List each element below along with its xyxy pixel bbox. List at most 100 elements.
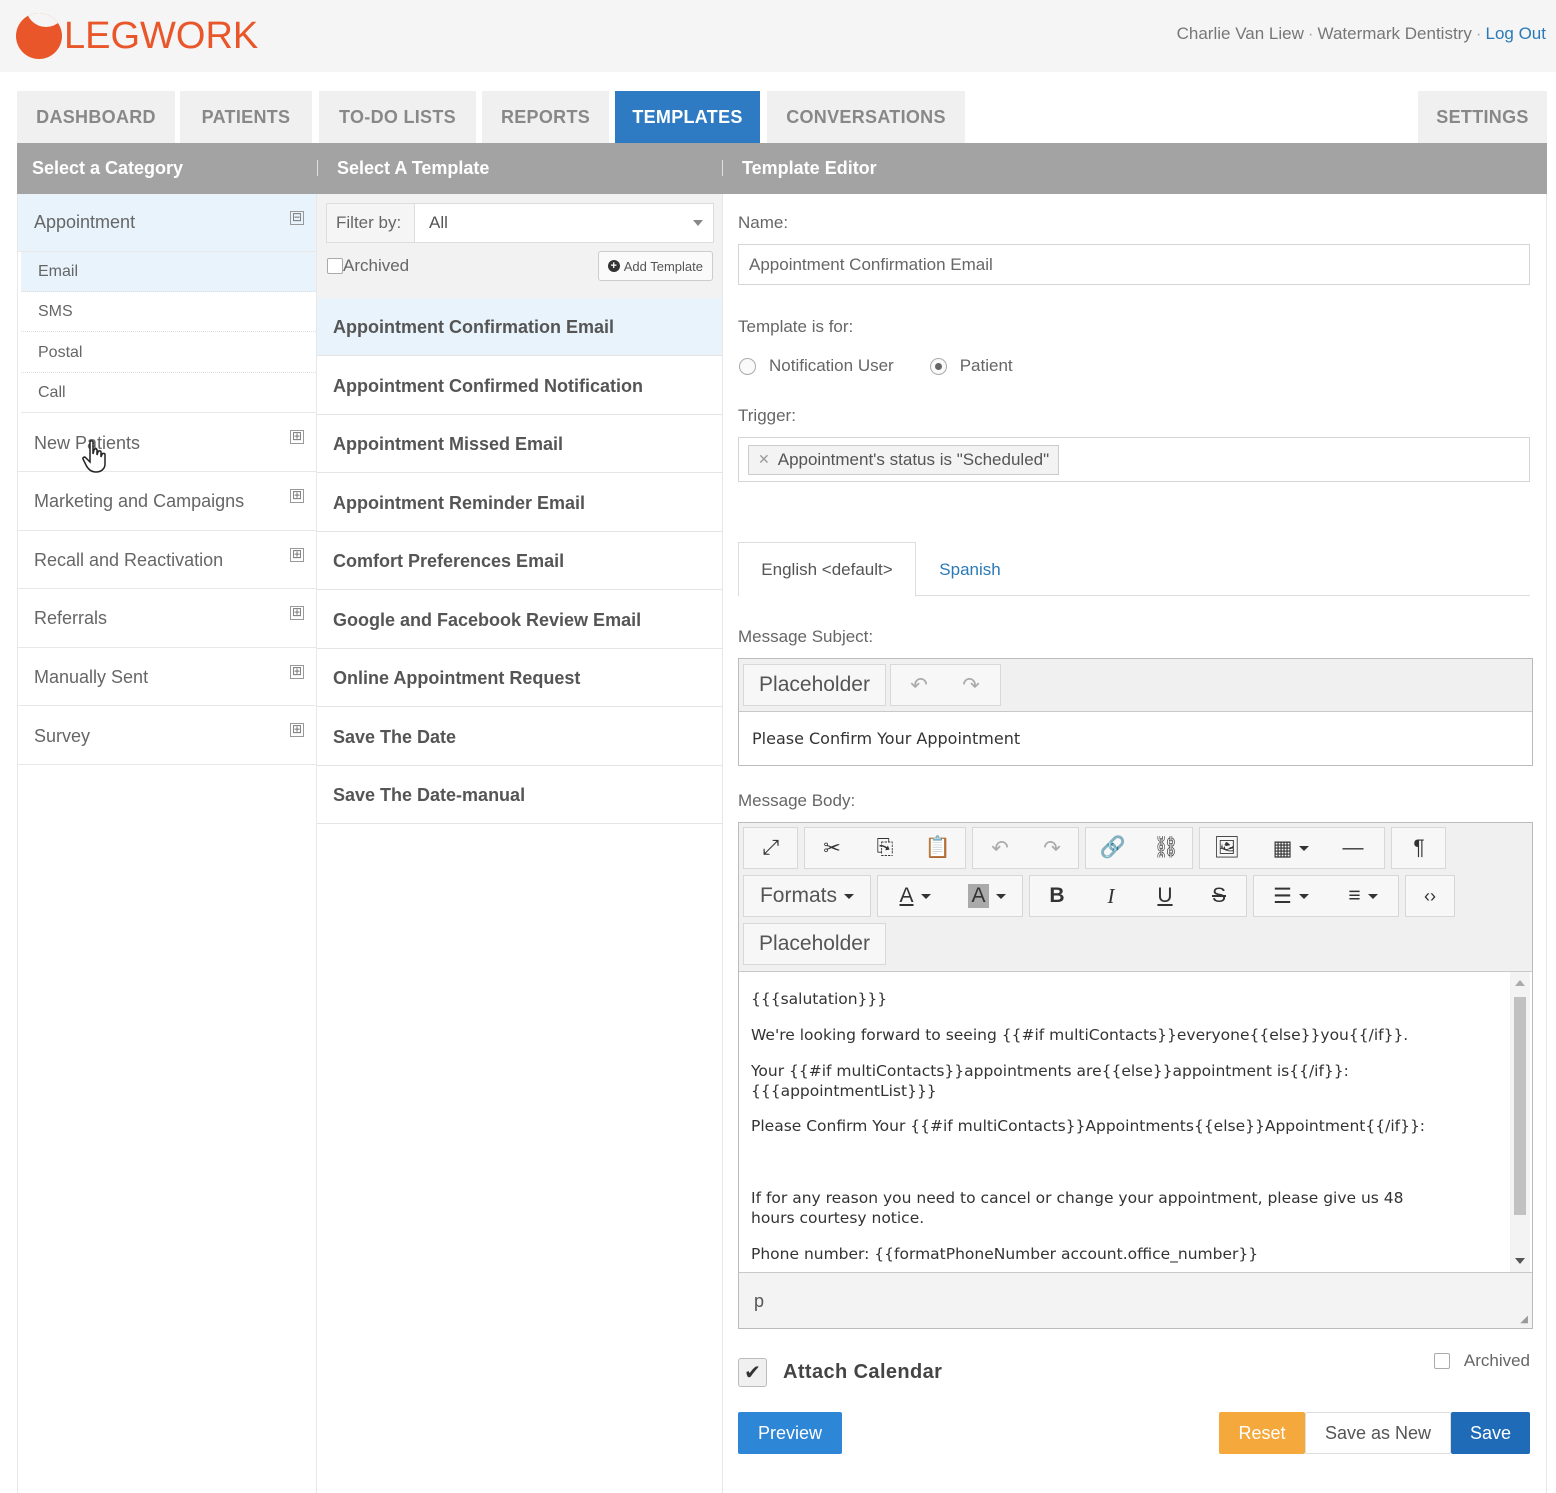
body-scrollbar[interactable] [1510, 972, 1530, 1272]
bold-icon[interactable]: B [1032, 876, 1082, 916]
radio-label: Patient [959, 356, 1013, 375]
italic-icon[interactable]: I [1086, 876, 1136, 916]
tab-reports[interactable]: REPORTS [482, 91, 609, 143]
subcategory-email[interactable]: Email [21, 252, 316, 292]
underline-icon[interactable]: U [1140, 876, 1190, 916]
template-item[interactable]: Google and Facebook Review Email [317, 591, 722, 649]
cut-icon[interactable]: ✂ [807, 828, 857, 868]
expand-icon[interactable]: ⊞ [290, 430, 304, 444]
body-line: Your {{#if multiContacts}}appointments a… [751, 1062, 1349, 1080]
save-as-new-button[interactable]: Save as New [1305, 1412, 1451, 1454]
reset-button[interactable]: Reset [1219, 1412, 1305, 1454]
resize-handle-icon[interactable]: ◢ [1520, 1314, 1528, 1325]
expand-icon[interactable]: ⊞ [290, 548, 304, 562]
save-button[interactable]: Save [1451, 1412, 1530, 1454]
subcategory-postal[interactable]: Postal [21, 333, 316, 373]
scroll-down-icon[interactable] [1515, 1258, 1525, 1264]
template-item[interactable]: Appointment Confirmation Email [317, 298, 722, 356]
horizontal-rule-icon[interactable]: — [1328, 828, 1378, 868]
undo-icon[interactable]: ↶ [975, 828, 1025, 868]
template-item[interactable]: Appointment Reminder Email [317, 474, 722, 532]
archived-checkbox[interactable] [327, 258, 343, 274]
category-marketing[interactable]: Marketing and Campaigns ⊞ [18, 472, 316, 531]
collapse-icon[interactable]: ⊟ [290, 211, 304, 225]
subcategory-sms[interactable]: SMS [21, 292, 316, 332]
source-code-icon[interactable]: ‹› [1406, 876, 1454, 916]
category-referrals[interactable]: Referrals ⊞ [18, 589, 316, 648]
formats-dropdown[interactable]: Formats [744, 876, 870, 916]
category-appointment[interactable]: Appointment ⊟ [18, 194, 316, 252]
unlink-icon[interactable]: ⛓ [1141, 828, 1191, 868]
expand-icon[interactable]: ⊞ [290, 606, 304, 620]
tab-todo-lists[interactable]: TO-DO LISTS [319, 91, 476, 143]
copy-icon[interactable]: ⎘ [860, 828, 910, 868]
checkmark-icon[interactable]: ✔ [738, 1358, 767, 1387]
tab-english[interactable]: English <default> [738, 542, 916, 597]
table-icon[interactable]: ▦ [1255, 828, 1327, 868]
tab-dashboard[interactable]: DASHBOARD [17, 91, 175, 143]
name-input[interactable]: Appointment Confirmation Email [738, 244, 1530, 285]
tab-patients[interactable]: PATIENTS [180, 91, 312, 143]
category-recall[interactable]: Recall and Reactivation ⊞ [18, 531, 316, 589]
scroll-up-icon[interactable] [1515, 980, 1525, 986]
tab-spanish[interactable]: Spanish [924, 542, 1016, 597]
template-item[interactable]: Comfort Preferences Email [317, 532, 722, 590]
expand-icon[interactable]: ⊞ [290, 723, 304, 737]
archived-filter[interactable]: Archived [327, 256, 409, 276]
archived-checkbox[interactable] [1433, 1353, 1450, 1369]
link-icon[interactable]: 🔗 [1088, 828, 1138, 868]
add-template-button[interactable]: + Add Template [597, 251, 713, 281]
background-color-icon[interactable]: A [952, 876, 1022, 916]
subject-content[interactable]: Please Confirm Your Appointment [752, 729, 1020, 748]
logout-link[interactable]: Log Out [1486, 24, 1547, 43]
template-item[interactable]: Save The Date [317, 708, 722, 766]
text-color-icon[interactable]: A [880, 876, 950, 916]
template-item[interactable]: Save The Date-manual [317, 766, 722, 824]
placeholder-button[interactable]: Placeholder [744, 924, 885, 964]
body-line: hours courtesy notice. [751, 1209, 925, 1227]
main-nav: DASHBOARD PATIENTS TO-DO LISTS REPORTS T… [17, 91, 1547, 143]
body-content[interactable]: {{{salutation}}} We're looking forward t… [739, 972, 1532, 1272]
tab-templates[interactable]: TEMPLATES [615, 91, 760, 143]
legwork-logo[interactable]: LEGWORK [16, 12, 258, 60]
template-item[interactable]: Online Appointment Request [317, 649, 722, 707]
body-line: If for any reason you need to cancel or … [751, 1189, 1404, 1207]
preview-button[interactable]: Preview [738, 1412, 842, 1454]
body-toolbar: ⤢ ✂ ⎘ 📋 ↶ ↷ 🔗 ⛓ 🖼 ▦ — ¶ Formats A A B I … [739, 823, 1532, 972]
strikethrough-icon[interactable]: S [1194, 876, 1244, 916]
category-survey[interactable]: Survey ⊞ [18, 706, 316, 765]
placeholder-button[interactable]: Placeholder [744, 665, 885, 705]
radio-patient[interactable] [929, 357, 947, 375]
radio-notification-user[interactable] [739, 357, 756, 375]
redo-icon[interactable]: ↷ [946, 665, 996, 705]
tab-conversations[interactable]: CONVERSATIONS [767, 91, 965, 143]
numbered-list-icon[interactable]: ≡ [1328, 876, 1398, 916]
remove-icon[interactable]: ✕ [758, 451, 770, 468]
fullscreen-icon[interactable]: ⤢ [746, 828, 796, 868]
undo-icon[interactable]: ↶ [894, 665, 944, 705]
placeholder-group: Placeholder [743, 664, 886, 706]
element-path[interactable]: p [754, 1291, 764, 1312]
redo-icon[interactable]: ↷ [1027, 828, 1077, 868]
archived-option[interactable]: Archived [1433, 1351, 1530, 1371]
image-icon[interactable]: 🖼 [1202, 828, 1252, 868]
user-info: Charlie Van Liew · Watermark Dentistry · Log… [1176, 24, 1547, 43]
category-manually-sent[interactable]: Manually Sent ⊞ [18, 648, 316, 706]
tab-settings[interactable]: SETTINGS [1418, 91, 1547, 143]
template-item[interactable]: Appointment Missed Email [317, 415, 722, 473]
trigger-input[interactable]: ✕ Appointment's status is "Scheduled" [738, 437, 1530, 482]
category-new-patients[interactable]: New Patients ⊞ [18, 414, 316, 472]
paragraph-icon[interactable]: ¶ [1394, 828, 1444, 868]
bullet-list-icon[interactable]: ☰ [1256, 876, 1326, 916]
scroll-thumb[interactable] [1514, 997, 1526, 1215]
filter-select[interactable]: Filter by: All [326, 203, 714, 243]
expand-icon[interactable]: ⊞ [290, 665, 304, 679]
expand-icon[interactable]: ⊞ [290, 489, 304, 503]
subcategory-call[interactable]: Call [21, 373, 316, 413]
template-item[interactable]: Appointment Confirmed Notification [317, 357, 722, 415]
paste-icon[interactable]: 📋 [913, 828, 963, 868]
attach-calendar-option[interactable]: ✔ Attach Calendar [738, 1358, 942, 1387]
user-name: Charlie Van Liew [1176, 24, 1304, 43]
body-editor: ⤢ ✂ ⎘ 📋 ↶ ↷ 🔗 ⛓ 🖼 ▦ — ¶ Formats A A B I … [738, 822, 1533, 1329]
template-list-header: Select A Template [337, 158, 490, 178]
